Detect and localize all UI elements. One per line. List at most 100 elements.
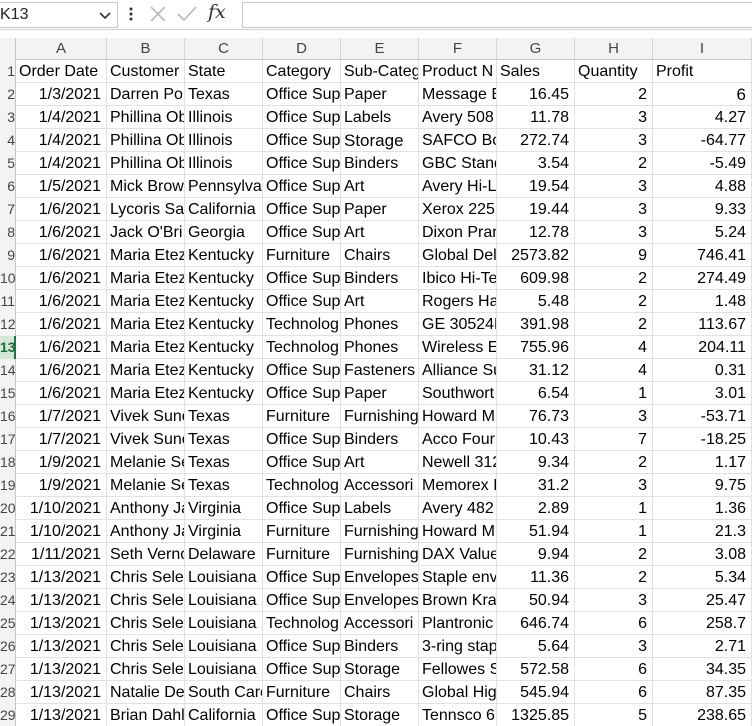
grid-cell[interactable]: Office Sup xyxy=(263,589,341,612)
grid-cell[interactable]: Dixon Prar xyxy=(419,221,497,244)
grid-cell[interactable]: Phillina Ob xyxy=(107,152,185,175)
select-all-corner[interactable] xyxy=(0,38,16,60)
row-header[interactable]: 17 xyxy=(0,428,16,451)
grid-cell[interactable]: Chairs xyxy=(341,244,419,267)
grid-cell[interactable]: 6 xyxy=(575,658,653,681)
grid-cell[interactable]: 1/6/2021 xyxy=(16,336,107,359)
grid-cell[interactable]: Office Sup xyxy=(263,382,341,405)
grid-cell[interactable]: Texas xyxy=(185,428,263,451)
row-header[interactable]: 1 xyxy=(0,60,16,83)
grid-cell[interactable]: 1/5/2021 xyxy=(16,175,107,198)
grid-cell[interactable]: 9.34 xyxy=(497,451,575,474)
grid-cell[interactable]: 11.78 xyxy=(497,106,575,129)
grid-cell[interactable]: 3.01 xyxy=(653,382,752,405)
grid-cell[interactable]: 1/4/2021 xyxy=(16,106,107,129)
grid-cell[interactable]: 1/10/2021 xyxy=(16,497,107,520)
grid-cell[interactable]: Maria Etez xyxy=(107,336,185,359)
row-header[interactable]: 25 xyxy=(0,612,16,635)
grid-cell[interactable]: 113.67 xyxy=(653,313,752,336)
grid-cell[interactable]: Office Sup xyxy=(263,129,341,152)
grid-cell[interactable]: 2 xyxy=(575,290,653,313)
grid-cell[interactable]: Art xyxy=(341,290,419,313)
grid-cell[interactable]: 1/13/2021 xyxy=(16,681,107,704)
grid-cell[interactable]: 391.98 xyxy=(497,313,575,336)
grid-cell[interactable]: Kentucky xyxy=(185,382,263,405)
row-header[interactable]: 8 xyxy=(0,221,16,244)
grid-cell[interactable]: Howard M xyxy=(419,405,497,428)
grid-cell[interactable]: 1 xyxy=(575,520,653,543)
grid-cell[interactable]: Avery 508 xyxy=(419,106,497,129)
column-header-c[interactable]: C xyxy=(185,38,263,60)
column-header-d[interactable]: D xyxy=(263,38,341,60)
more-options-icon[interactable] xyxy=(124,4,138,24)
grid-cell[interactable]: Message E xyxy=(419,83,497,106)
grid-cell[interactable]: Delaware xyxy=(185,543,263,566)
grid-cell[interactable]: 31.2 xyxy=(497,474,575,497)
grid-cell[interactable]: 1/13/2021 xyxy=(16,635,107,658)
grid-cell[interactable]: Seth Verno xyxy=(107,543,185,566)
grid-cell[interactable]: Avery 482 xyxy=(419,497,497,520)
grid-cell[interactable]: Paper xyxy=(341,83,419,106)
grid-cell[interactable]: Chris Sele: xyxy=(107,658,185,681)
grid-cell[interactable]: Kentucky xyxy=(185,336,263,359)
grid-cell[interactable]: 25.47 xyxy=(653,589,752,612)
grid-cell[interactable]: 1.36 xyxy=(653,497,752,520)
grid-cell[interactable]: 1/3/2021 xyxy=(16,83,107,106)
grid-cell[interactable]: Illinois xyxy=(185,129,263,152)
grid-cell[interactable]: Phones xyxy=(341,336,419,359)
row-header[interactable]: 28 xyxy=(0,681,16,704)
row-header[interactable]: 23 xyxy=(0,566,16,589)
grid-cell[interactable]: 9.33 xyxy=(653,198,752,221)
grid-cell[interactable]: Paper xyxy=(341,198,419,221)
grid-cell[interactable]: 3-ring stap xyxy=(419,635,497,658)
grid-cell[interactable]: Office Sup xyxy=(263,175,341,198)
grid-cell[interactable]: 545.94 xyxy=(497,681,575,704)
grid-cell[interactable]: Kentucky xyxy=(185,244,263,267)
grid-cell[interactable]: Rogers Ha xyxy=(419,290,497,313)
grid-cell[interactable]: 5.64 xyxy=(497,635,575,658)
grid-cell[interactable]: Furniture xyxy=(263,244,341,267)
grid-cell[interactable]: 746.41 xyxy=(653,244,752,267)
grid-cell[interactable]: 6 xyxy=(575,612,653,635)
grid-cell[interactable]: Wireless E xyxy=(419,336,497,359)
cancel-icon[interactable] xyxy=(148,4,168,24)
column-header-h[interactable]: H xyxy=(575,38,653,60)
row-header[interactable]: 5 xyxy=(0,152,16,175)
grid-cell[interactable]: 204.11 xyxy=(653,336,752,359)
grid-cell[interactable]: Office Sup xyxy=(263,359,341,382)
grid-cell[interactable]: Fasteners xyxy=(341,359,419,382)
grid-cell[interactable]: Louisiana xyxy=(185,635,263,658)
grid-cell[interactable]: Global Del xyxy=(419,244,497,267)
checkmark-icon[interactable] xyxy=(176,4,198,24)
grid-cell[interactable]: Mick Brow xyxy=(107,175,185,198)
column-header-a[interactable]: A xyxy=(16,38,107,60)
column-title-cell[interactable]: Quantity xyxy=(575,60,653,83)
grid-cell[interactable]: 3 xyxy=(575,589,653,612)
grid-cell[interactable]: Maria Etez xyxy=(107,382,185,405)
grid-cell[interactable]: Anthony Ja xyxy=(107,520,185,543)
grid-cell[interactable]: 4.27 xyxy=(653,106,752,129)
grid-cell[interactable]: Office Sup xyxy=(263,451,341,474)
grid-cell[interactable]: 1/7/2021 xyxy=(16,428,107,451)
grid-cell[interactable]: Binders xyxy=(341,428,419,451)
grid-cell[interactable]: Pennsylvai xyxy=(185,175,263,198)
grid-cell[interactable]: Louisiana xyxy=(185,589,263,612)
grid-cell[interactable]: Global Hig xyxy=(419,681,497,704)
grid-cell[interactable]: 3 xyxy=(575,175,653,198)
grid-cell[interactable]: Technolog xyxy=(263,612,341,635)
grid-cell[interactable]: Office Sup xyxy=(263,658,341,681)
grid-cell[interactable]: Melanie Se xyxy=(107,474,185,497)
grid-cell[interactable]: 9.94 xyxy=(497,543,575,566)
grid-cell[interactable]: Acco Four xyxy=(419,428,497,451)
grid-cell[interactable]: Furnishing xyxy=(341,405,419,428)
grid-cell[interactable]: Office Sup xyxy=(263,83,341,106)
grid-cell[interactable]: 1/6/2021 xyxy=(16,244,107,267)
row-header[interactable]: 12 xyxy=(0,313,16,336)
column-title-cell[interactable]: Product N xyxy=(419,60,497,83)
grid-cell[interactable]: Phillina Ob xyxy=(107,106,185,129)
row-header[interactable]: 10 xyxy=(0,267,16,290)
grid-cell[interactable]: Office Sup xyxy=(263,267,341,290)
grid-cell[interactable]: 2 xyxy=(575,313,653,336)
grid-cell[interactable]: Office Sup xyxy=(263,428,341,451)
grid-cell[interactable]: Maria Etez xyxy=(107,313,185,336)
